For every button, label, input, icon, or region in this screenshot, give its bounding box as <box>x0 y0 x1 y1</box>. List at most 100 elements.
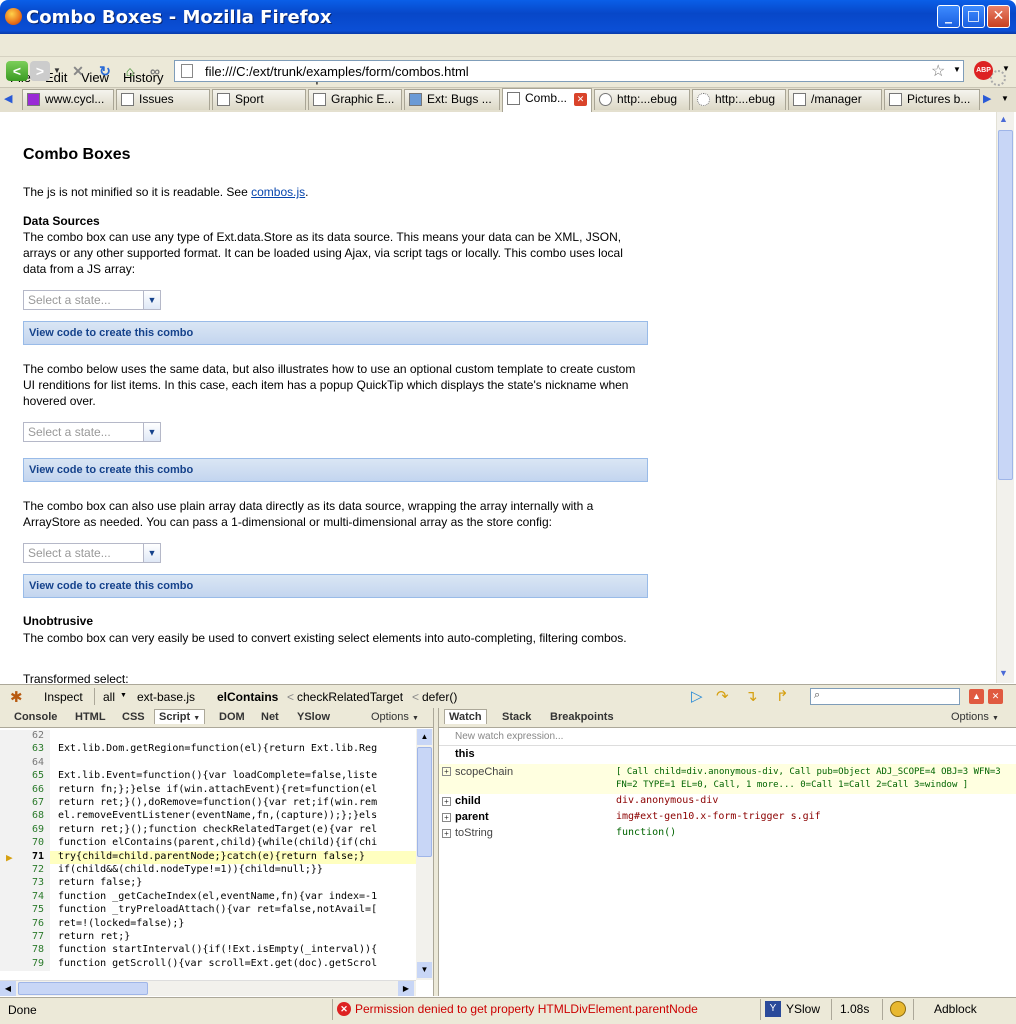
code-line[interactable]: 75 function _tryPreloadAttach(){var ret=f… <box>0 904 416 918</box>
line-number[interactable]: 69 <box>0 823 50 838</box>
line-number[interactable]: 72 <box>0 864 50 878</box>
line-number[interactable]: 68 <box>0 810 50 824</box>
maximize-button[interactable]: □ <box>962 5 985 28</box>
adblock-plus-icon[interactable]: ABP <box>974 61 993 80</box>
scroll-thumb[interactable] <box>998 130 1013 480</box>
code-line[interactable]: 68 el.removeEventListener(eventName,fn,(c… <box>0 810 416 824</box>
code-line[interactable]: 70 function elContains(parent,child){whil… <box>0 837 416 851</box>
tab-ext-bugs[interactable]: Ext: Bugs ... <box>404 89 500 110</box>
error-message[interactable]: Permission denied to get property HTMLDi… <box>355 1002 698 1016</box>
address-bar[interactable]: file:///C:/ext/trunk/examples/form/combo… <box>174 60 964 82</box>
firebug-status-icon[interactable] <box>890 1001 906 1017</box>
code-line[interactable]: 66 return fn;};}else if(win.attachEvent){… <box>0 783 416 797</box>
hscroll-left-icon[interactable]: ◀ <box>0 981 16 996</box>
line-number[interactable]: 65 <box>0 770 50 784</box>
code-line[interactable]: 69 return ret;}();function checkRelatedTa… <box>0 823 416 838</box>
combo-trigger-icon[interactable]: ▼ <box>143 291 160 309</box>
line-number[interactable]: 66 <box>0 783 50 797</box>
forward-button[interactable]: > <box>30 61 50 81</box>
line-number[interactable]: 76 <box>0 917 50 931</box>
watch-row-this[interactable]: this <box>439 748 1016 763</box>
code-line[interactable]: 72 if(child&&(child.nodeType!=1)){child=n… <box>0 864 416 878</box>
step-into-icon[interactable]: ↴ <box>745 687 758 705</box>
continue-icon[interactable]: ▷ <box>691 687 703 705</box>
code-line[interactable]: 79 function getScroll(){var scroll=Ext.ge… <box>0 957 416 972</box>
inspect-button[interactable]: Inspect <box>44 690 83 704</box>
state-combo-2[interactable]: Select a state... ▼ <box>23 422 161 442</box>
watch-row-scopechain[interactable]: + scopeChain [ Call child=div.anonymous-… <box>439 764 1016 794</box>
scroll-up-icon[interactable]: ▲ <box>999 114 1008 124</box>
tab-html[interactable]: HTML <box>75 711 106 723</box>
tab-cycling[interactable]: www.cycl... <box>22 89 114 110</box>
new-watch-input[interactable]: New watch expression... <box>439 731 1016 746</box>
tab-yslow[interactable]: YSlow <box>297 711 330 723</box>
history-dropdown-icon[interactable]: ▼ <box>52 61 62 81</box>
tab-net[interactable]: Net <box>261 711 279 723</box>
hscroll-thumb[interactable] <box>18 982 148 995</box>
tab-firebug-1[interactable]: http:...ebug <box>594 89 690 110</box>
watch-row-parent[interactable]: + parent img#ext-gen10.x-form-trigger s.… <box>439 811 1016 826</box>
code-line[interactable]: 74 function _getCacheIndex(el,eventName,f… <box>0 890 416 905</box>
watch-row-tostring[interactable]: + toString function() <box>439 827 1016 842</box>
line-number[interactable]: 79 <box>0 957 50 972</box>
tab-scroll-right-icon[interactable]: ▶ <box>983 92 991 105</box>
crumb-checkrelatedtarget[interactable]: checkRelatedTarget <box>297 690 403 704</box>
code-line[interactable]: 77 return ret;} <box>0 931 416 945</box>
reload-icon[interactable]: ↻ <box>96 61 114 81</box>
line-number[interactable]: 64 <box>0 756 50 771</box>
line-number[interactable]: 67 <box>0 797 50 811</box>
code-hscrollbar[interactable]: ◀ ▶ <box>0 980 416 996</box>
options-menu-left[interactable]: Options ▼ <box>371 711 419 723</box>
firebug-bug-icon[interactable]: ✱ <box>10 688 23 706</box>
tab-css[interactable]: CSS <box>122 711 145 723</box>
crumb-elcontains[interactable]: elContains <box>217 690 278 704</box>
view-code-panel-2[interactable]: View code to create this combo <box>23 458 648 482</box>
combo-trigger-icon[interactable]: ▼ <box>143 423 160 441</box>
expand-icon[interactable]: + <box>442 767 451 776</box>
line-number[interactable]: 77 <box>0 931 50 945</box>
state-combo-3[interactable]: Select a state... ▼ <box>23 543 161 563</box>
filter-dropdown-icon[interactable]: ▼ <box>120 692 127 699</box>
close-button[interactable]: ✕ <box>987 5 1010 28</box>
code-line[interactable]: 64 <box>0 756 416 771</box>
code-line[interactable]: 63 Ext.lib.Dom.getRegion=function(el){ret… <box>0 743 416 757</box>
tab-issues[interactable]: Issues <box>116 89 210 110</box>
tab-firebug-2[interactable]: http:...ebug <box>692 89 786 110</box>
all-tabs-icon[interactable]: ▼ <box>1001 94 1009 103</box>
expand-icon[interactable]: + <box>442 813 451 822</box>
code-scroll-thumb[interactable] <box>417 747 432 857</box>
code-scroll-up-icon[interactable]: ▲ <box>417 729 432 745</box>
home-icon[interactable]: ⌂ <box>121 61 139 81</box>
tab-script[interactable]: Script ▼ <box>154 709 206 724</box>
tab-graphic[interactable]: Graphic E... <box>308 89 402 110</box>
code-line[interactable]: 76 ret=!(locked=false);} <box>0 917 416 931</box>
line-number[interactable]: 63 <box>0 743 50 757</box>
watch-row-child[interactable]: + child div.anonymous-div <box>439 795 1016 810</box>
link-icon[interactable]: ∞ <box>146 61 164 81</box>
bookmark-star-icon[interactable]: ☆ <box>931 61 945 81</box>
back-button[interactable]: < <box>6 61 28 81</box>
line-number[interactable]: 75 <box>0 904 50 918</box>
close-firebug-icon[interactable]: ✕ <box>988 689 1003 704</box>
scroll-down-icon[interactable]: ▼ <box>999 668 1008 678</box>
detach-firebug-icon[interactable]: ▲ <box>969 689 984 704</box>
script-source-panel[interactable]: 62 63 Ext.lib.Dom.getRegion=function(el){r… <box>0 729 416 980</box>
tab-sport[interactable]: Sport <box>212 89 306 110</box>
firebug-search-input[interactable]: ⌕ <box>810 688 960 705</box>
tab-watch[interactable]: Watch <box>444 709 487 724</box>
code-line[interactable]: 67 return ret;}(),doRemove=function(){var… <box>0 797 416 811</box>
state-combo-1[interactable]: Select a state... ▼ <box>23 290 161 310</box>
tab-console[interactable]: Console <box>14 711 57 723</box>
crumb-defer[interactable]: defer() <box>422 690 457 704</box>
line-number[interactable]: 73 <box>0 877 50 891</box>
error-icon[interactable]: ✕ <box>337 1002 351 1016</box>
step-over-icon[interactable]: ↷ <box>716 687 729 705</box>
minimize-button[interactable]: _ <box>937 5 960 28</box>
tab-breakpoints[interactable]: Breakpoints <box>550 711 614 723</box>
tab-stack[interactable]: Stack <box>502 711 531 723</box>
code-line[interactable]: 62 <box>0 730 416 744</box>
tab-dom[interactable]: DOM <box>219 711 245 723</box>
tab-manager[interactable]: /manager <box>788 89 882 110</box>
url-dropdown-icon[interactable]: ▼ <box>953 65 961 74</box>
combos-js-link[interactable]: combos.js <box>251 185 305 199</box>
